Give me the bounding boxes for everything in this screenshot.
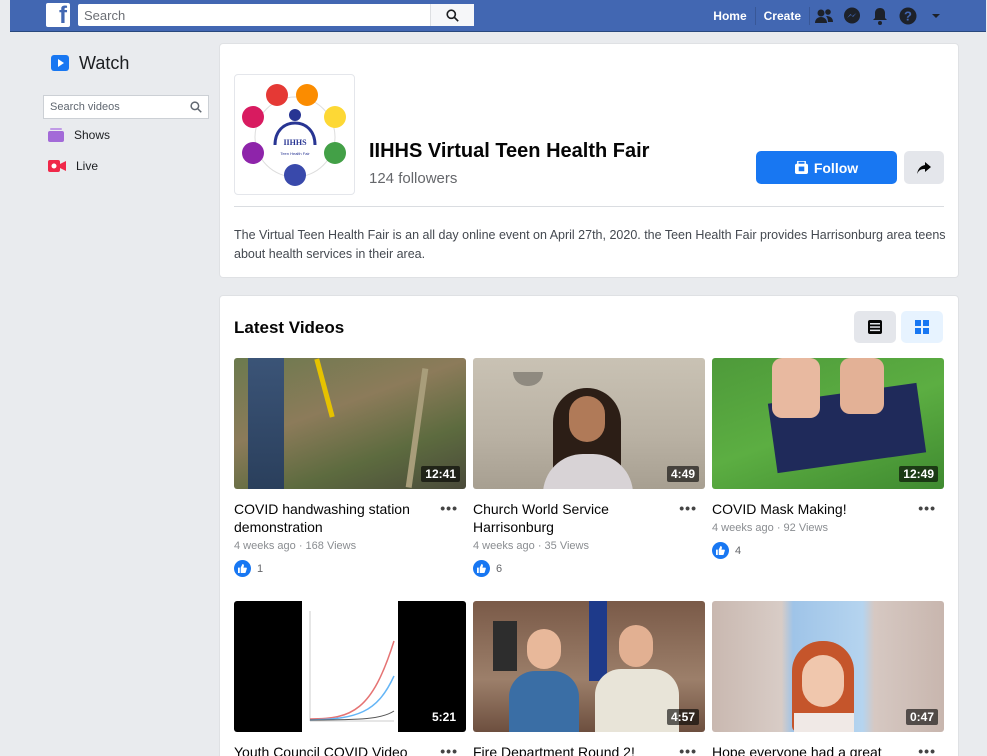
sidebar-item-label: Live (76, 158, 99, 173)
watch-title: Watch (79, 52, 130, 73)
video-thumbnail[interactable]: 12:41 (234, 358, 466, 489)
video-meta: 4 weeks ago · 168 Views (234, 540, 357, 552)
global-search[interactable]: Search (78, 4, 474, 26)
video-thumbnail[interactable]: 0:47 (712, 601, 944, 732)
list-view-button[interactable] (854, 311, 896, 343)
video-title[interactable]: COVID handwashing station demonstration (234, 500, 434, 536)
sidebar-item-label: Shows (74, 127, 111, 142)
reaction-count: 6 (496, 562, 503, 575)
live-icon (48, 159, 66, 172)
svg-text:?: ? (904, 9, 912, 24)
like-icon (234, 560, 251, 577)
logo-subtext: Teen Health Fair (280, 151, 310, 156)
follow-label: Follow (813, 159, 859, 176)
share-icon (917, 161, 931, 174)
follow-icon (794, 161, 808, 174)
more-options-icon[interactable]: ••• (918, 743, 936, 756)
video-title[interactable]: Fire Department Round 2! (473, 743, 673, 756)
like-icon (473, 560, 490, 577)
video-thumbnail[interactable]: 4:49 (473, 358, 705, 489)
like-icon (712, 542, 729, 559)
list-view-icon (868, 320, 882, 334)
video-meta: 4 weeks ago · 92 Views (712, 522, 828, 534)
sidebar-item-shows[interactable]: Shows (40, 119, 212, 150)
dropdown-icon[interactable] (922, 0, 950, 32)
logo-text: IIHHS (283, 138, 307, 147)
video-thumbnail[interactable]: 4:57 (473, 601, 705, 732)
video-meta: 4 weeks ago · 35 Views (473, 540, 589, 552)
page-title[interactable]: IIHHS Virtual Teen Health Fair (369, 140, 649, 163)
video-title[interactable]: Hope everyone had a great (712, 743, 912, 756)
search-button[interactable] (430, 4, 474, 26)
page-about-text: The Virtual Teen Health Fair is an all d… (234, 228, 946, 261)
help-icon[interactable]: ? (894, 0, 922, 32)
reactions: 4 (712, 542, 741, 559)
reaction-count: 1 (257, 562, 264, 575)
global-search-input[interactable]: Search (78, 8, 430, 23)
video-duration: 5:21 (427, 709, 460, 725)
follow-button[interactable]: Follow (756, 151, 897, 184)
page-header-card: IIHHS Teen Health Fair IIHHS Virtual Tee… (220, 44, 958, 277)
watch-sidebar: Watch Search videos Shows Live (40, 48, 212, 181)
search-videos-input[interactable]: Search videos (43, 95, 209, 119)
more-options-icon[interactable]: ••• (679, 500, 697, 516)
video-duration: 0:47 (905, 709, 938, 725)
video-thumbnail[interactable]: 12:49 (712, 358, 944, 489)
video-duration: 12:41 (421, 466, 460, 482)
grid-view-button[interactable] (901, 311, 943, 343)
search-icon (190, 101, 202, 113)
video-title[interactable]: COVID Mask Making! (712, 500, 912, 518)
video-thumbnail[interactable]: 5:21 (234, 601, 466, 732)
watch-icon (51, 55, 69, 71)
watch-header[interactable]: Watch (40, 48, 212, 78)
search-icon (446, 8, 459, 22)
reaction-count: 4 (735, 544, 742, 557)
top-navigation-bar: f Search Home Create ? (10, 0, 986, 32)
notifications-icon[interactable] (866, 0, 894, 32)
more-options-icon[interactable]: ••• (440, 743, 458, 756)
reactions: 6 (473, 560, 502, 577)
video-title[interactable]: Church World Service Harrisonburg (473, 500, 673, 536)
section-title: Latest Videos (234, 318, 345, 337)
followers-count: 124 followers (369, 170, 458, 187)
page-profile-picture[interactable]: IIHHS Teen Health Fair (234, 74, 355, 195)
shows-icon (48, 127, 64, 142)
more-options-icon[interactable]: ••• (679, 743, 697, 756)
video-title[interactable]: Youth Council COVID Video (234, 743, 434, 756)
grid-view-icon (915, 320, 929, 334)
nav-home-link[interactable]: Home (705, 7, 756, 25)
nav-create-link[interactable]: Create (756, 7, 810, 25)
video-duration: 12:49 (899, 466, 938, 482)
latest-videos-card: Latest Videos 12:41 COVID handwashing st… (220, 296, 958, 756)
video-duration: 4:57 (666, 709, 699, 725)
share-button[interactable] (904, 151, 944, 184)
sidebar-item-live[interactable]: Live (40, 150, 212, 181)
divider (234, 206, 944, 207)
video-duration: 4:49 (666, 466, 699, 482)
facebook-logo[interactable]: f (46, 3, 70, 27)
more-options-icon[interactable]: ••• (918, 500, 936, 516)
more-options-icon[interactable]: ••• (440, 500, 458, 516)
friends-icon[interactable] (810, 0, 838, 32)
reactions: 1 (234, 560, 263, 577)
messenger-icon[interactable] (838, 0, 866, 32)
